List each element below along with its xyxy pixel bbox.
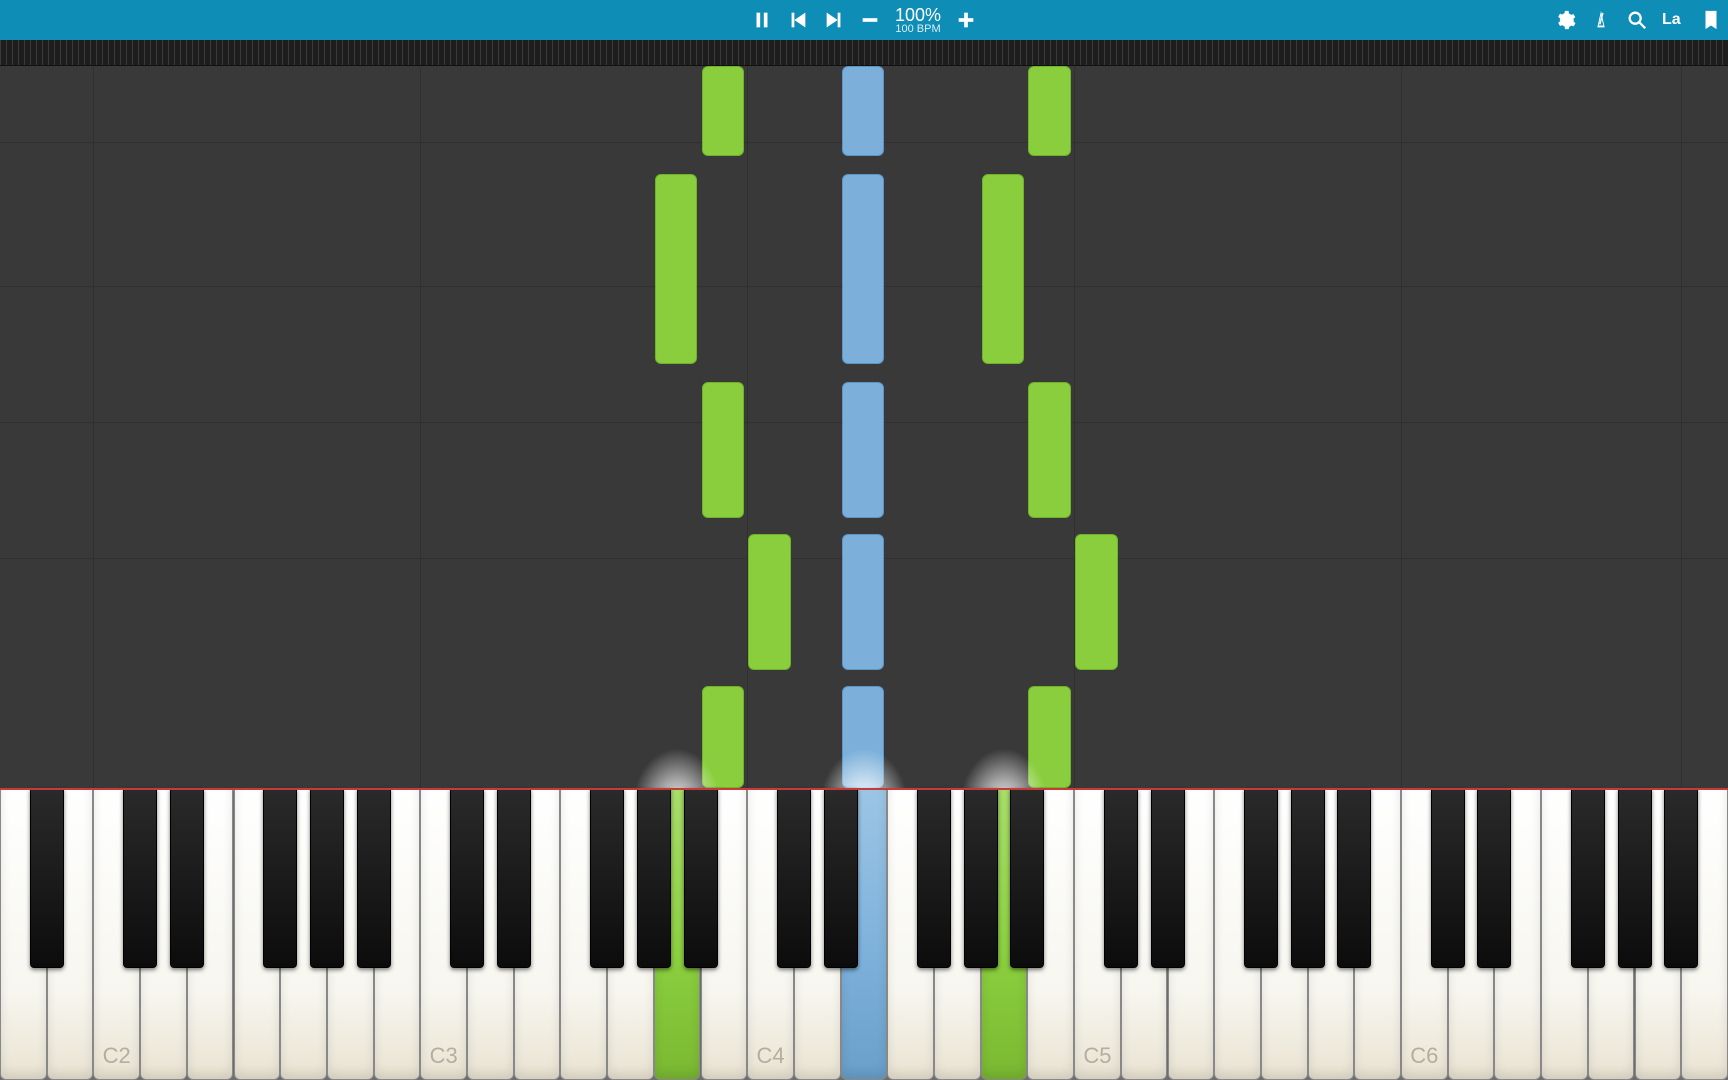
black-key[interactable] (590, 788, 624, 968)
note-name-toggle[interactable]: La (1662, 11, 1686, 29)
metronome-icon[interactable] (1590, 9, 1612, 31)
bpm-label: 100 BPM (895, 24, 940, 35)
falling-note (842, 534, 885, 670)
black-key[interactable] (1477, 788, 1511, 968)
falling-note (842, 66, 885, 156)
black-key[interactable] (917, 788, 951, 968)
falling-note (842, 382, 885, 518)
speed-percent-label: 100% (895, 6, 941, 24)
gridline-vertical (1401, 66, 1402, 788)
falling-note (702, 686, 745, 788)
piano-keyboard: C2C3C4C5C6 (0, 788, 1728, 1080)
black-key[interactable] (497, 788, 531, 968)
falling-note (1028, 66, 1071, 156)
gridline-vertical (1681, 66, 1682, 788)
gridline-vertical (747, 66, 748, 788)
black-key[interactable] (1618, 788, 1652, 968)
black-key[interactable] (1431, 788, 1465, 968)
black-key[interactable] (30, 788, 64, 968)
toolbar-right-controls: La (1554, 9, 1722, 31)
black-key[interactable] (170, 788, 204, 968)
speed-plus-button[interactable] (955, 9, 977, 31)
black-key[interactable] (684, 788, 718, 968)
black-key[interactable] (1244, 788, 1278, 968)
falling-note (1028, 686, 1071, 788)
falling-note (1075, 534, 1118, 670)
pause-button[interactable] (751, 9, 773, 31)
falling-note (702, 66, 745, 156)
falling-note (1028, 382, 1071, 518)
toolbar-center-controls: 100% 100 BPM (751, 6, 977, 35)
falling-note (702, 382, 745, 518)
black-key[interactable] (1291, 788, 1325, 968)
falling-note (982, 174, 1025, 364)
falling-note (748, 534, 791, 670)
black-key[interactable] (310, 788, 344, 968)
note-fall-area (0, 66, 1728, 788)
black-key[interactable] (1151, 788, 1185, 968)
previous-button[interactable] (787, 9, 809, 31)
black-key[interactable] (123, 788, 157, 968)
falling-note (842, 174, 885, 364)
timeline-strip[interactable] (0, 40, 1728, 66)
black-key[interactable] (637, 788, 671, 968)
note-name-label: La (1662, 11, 1681, 29)
black-key[interactable] (450, 788, 484, 968)
bookmark-icon[interactable] (1700, 9, 1722, 31)
black-key[interactable] (964, 788, 998, 968)
black-key[interactable] (1337, 788, 1371, 968)
speed-minus-button[interactable] (859, 9, 881, 31)
gridline-vertical (1074, 66, 1075, 788)
speed-display[interactable]: 100% 100 BPM (895, 6, 941, 35)
next-button[interactable] (823, 9, 845, 31)
black-key[interactable] (1010, 788, 1044, 968)
falling-note (842, 686, 885, 788)
hit-line (0, 788, 1728, 790)
top-toolbar: 100% 100 BPM La (0, 0, 1728, 40)
settings-icon[interactable] (1554, 9, 1576, 31)
black-key[interactable] (1571, 788, 1605, 968)
zoom-icon[interactable] (1626, 9, 1648, 31)
gridline-vertical (420, 66, 421, 788)
black-key[interactable] (824, 788, 858, 968)
black-key[interactable] (1104, 788, 1138, 968)
black-key[interactable] (263, 788, 297, 968)
black-key[interactable] (357, 788, 391, 968)
gridline-vertical (93, 66, 94, 788)
black-key[interactable] (777, 788, 811, 968)
falling-note (655, 174, 698, 364)
black-key[interactable] (1664, 788, 1698, 968)
